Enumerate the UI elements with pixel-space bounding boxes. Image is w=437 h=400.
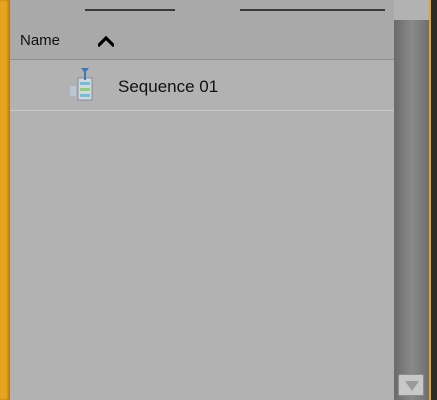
sequence-icon	[70, 68, 93, 101]
panel-focus-border-right	[429, 0, 437, 400]
list-item[interactable]: Sequence 01	[10, 60, 394, 111]
list-item-label: Sequence 01	[118, 77, 219, 96]
panel-focus-border-left	[0, 0, 10, 400]
drag-handle[interactable]	[85, 9, 175, 11]
item-list: Sequence 01	[10, 60, 394, 400]
drag-handle[interactable]	[240, 9, 385, 11]
project-panel: Name Sequence 01	[0, 0, 437, 400]
column-header-name[interactable]: Name	[10, 20, 394, 60]
triangle-down-icon	[405, 381, 419, 391]
column-header-label: Name	[20, 32, 61, 49]
chevron-up-icon[interactable]	[98, 35, 114, 47]
vertical-scrollbar[interactable]	[394, 20, 429, 400]
panel-top-bar	[10, 0, 394, 21]
scroll-down-button[interactable]	[398, 374, 424, 396]
